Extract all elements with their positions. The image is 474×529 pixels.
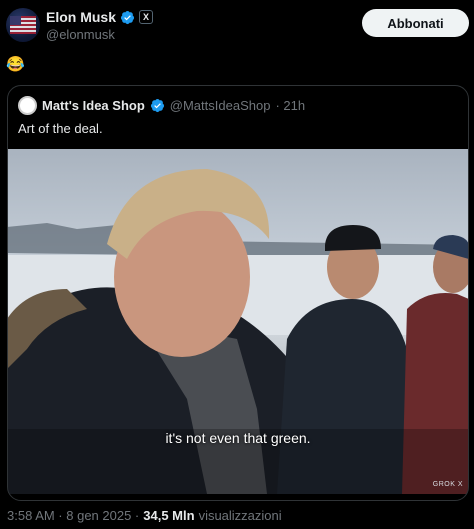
post-timestamp[interactable]: 3:58 AM · 8 gen 2025 · [7,508,139,523]
video-subtitle: it's not even that green. [165,430,311,446]
quoted-author-handle[interactable]: @MattsIdeaShop [170,98,271,113]
views-label: visualizzazioni [198,508,282,523]
video-media[interactable]: it's not even that green. GROK X [8,149,468,494]
x-affiliate-icon: X [139,10,154,24]
flag-image [10,16,36,34]
views-count: 34,5 Mln [143,508,195,523]
post-header: Elon Musk X @elonmusk Abbonati [6,6,469,46]
follow-button[interactable]: Abbonati [362,9,469,37]
author-handle[interactable]: @elonmusk [46,27,115,42]
quoted-author-name[interactable]: Matt's Idea Shop [42,98,145,113]
author-avatar[interactable] [6,8,40,42]
grok-watermark: GROK X [432,481,463,488]
verified-badge-icon [120,10,135,24]
quoted-text: Art of the deal. [18,121,103,136]
post-text: 😂 [6,56,25,73]
quoted-post[interactable]: Matt's Idea Shop @MattsIdeaShop · 21h Ar… [7,85,469,501]
author-name-row: Elon Musk X [46,9,154,25]
quoted-header: Matt's Idea Shop @MattsIdeaShop · 21h [18,96,305,115]
verified-badge-icon [150,98,164,113]
quoted-time[interactable]: · 21h [275,98,305,113]
post-meta: 3:58 AM · 8 gen 2025 · 34,5 Mln visualiz… [7,508,282,523]
author-name[interactable]: Elon Musk [46,9,116,25]
quoted-avatar[interactable] [18,96,37,115]
